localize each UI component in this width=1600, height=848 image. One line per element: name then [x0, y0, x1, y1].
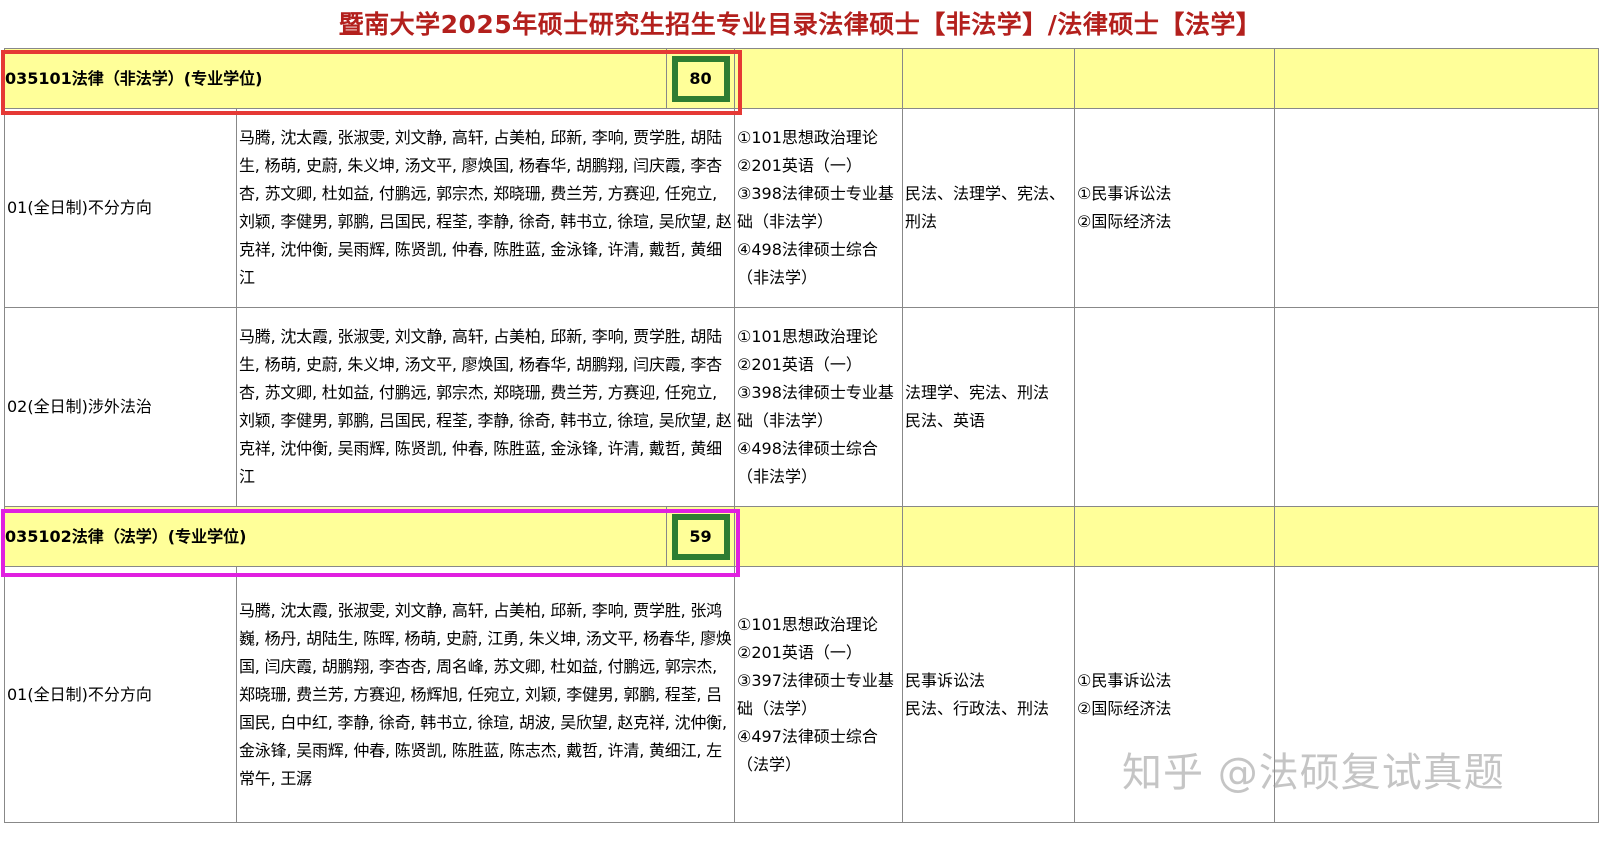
retest-item: ①民事诉讼法: [1077, 670, 1172, 690]
supervisor-list: 马腾, 沈太霞, 张淑雯, 刘文静, 高轩, 占美柏, 邱新, 李响, 贾学胜,…: [236, 307, 735, 507]
header-empty-cell: [902, 48, 1075, 109]
exam-subjects: ①101思想政治理论 ②201英语（一） ③398法律硕士专业基础（非法学） ④…: [734, 108, 903, 308]
header-empty-cell: [1074, 506, 1275, 567]
retest-item: ①民事诉讼法: [1077, 184, 1172, 203]
quota-cell: 80: [666, 48, 735, 109]
direction-row: 01(全日制)不分方向 马腾, 沈太霞, 张淑雯, 刘文静, 高轩, 占美柏, …: [4, 108, 1599, 308]
header-empty-cell: [734, 506, 903, 567]
exam-item: ④497法律硕士综合（法学）: [737, 726, 878, 774]
reference-subjects: 民事诉讼法 民法、行政法、刑法: [902, 566, 1075, 823]
quota-value: 59: [671, 513, 730, 560]
subject-item: 民事诉讼法: [905, 670, 986, 690]
supervisor-list: 马腾, 沈太霞, 张淑雯, 刘文静, 高轩, 占美柏, 邱新, 李响, 贾学胜,…: [236, 566, 735, 823]
supervisor-list: 马腾, 沈太霞, 张淑雯, 刘文静, 高轩, 占美柏, 邱新, 李响, 贾学胜,…: [236, 108, 735, 308]
watermark: 知乎 @法硕复试真题: [1122, 750, 1505, 796]
major-code-name: 035102法律（法学）(专业学位): [4, 506, 667, 567]
exam-item: ①101思想政治理论: [737, 128, 878, 147]
exam-subjects: ①101思想政治理论 ②201英语（一） ③397法律硕士专业基础（法学） ④4…: [734, 566, 903, 823]
direction-name: 01(全日制)不分方向: [4, 566, 237, 823]
direction-name: 02(全日制)涉外法治: [4, 307, 237, 507]
header-empty-cell: [902, 506, 1075, 567]
exam-item: ②201英语（一）: [737, 355, 862, 374]
header-empty-cell: [1274, 48, 1599, 109]
exam-item: ①101思想政治理论: [737, 327, 878, 346]
retest-subjects: ①民事诉讼法 ②国际经济法: [1074, 108, 1275, 308]
page-title: 暨南大学2025年硕士研究生招生专业目录法律硕士【非法学】/法律硕士【法学】: [338, 10, 1262, 39]
major-header-row: 035101法律（非法学）(专业学位) 80: [4, 48, 1599, 109]
exam-item: ③397法律硕士专业基础（法学）: [737, 670, 894, 718]
catalog-table: 035101法律（非法学）(专业学位) 80 01(全日制)不分方向 马腾, 沈…: [4, 48, 1599, 823]
header-empty-cell: [1074, 48, 1275, 109]
subject-item: 民法、英语: [905, 411, 986, 430]
subject-item: 法理学、宪法、刑法: [905, 383, 1050, 402]
exam-item: ③398法律硕士专业基础（非法学）: [737, 184, 894, 231]
retest-item: ②国际经济法: [1077, 698, 1172, 718]
subject-item: 民法、行政法、刑法: [905, 698, 1050, 718]
exam-item: ②201英语（一）: [737, 156, 862, 175]
quota-cell: 59: [666, 506, 735, 567]
exam-item: ④498法律硕士综合（非法学）: [737, 240, 878, 287]
direction-row: 02(全日制)涉外法治 马腾, 沈太霞, 张淑雯, 刘文静, 高轩, 占美柏, …: [4, 307, 1599, 507]
subject-item: 民法、法理学、宪法、刑法: [905, 184, 1066, 231]
exam-subjects: ①101思想政治理论 ②201英语（一） ③398法律硕士专业基础（非法学） ④…: [734, 307, 903, 507]
retest-item: ②国际经济法: [1077, 212, 1172, 231]
notes-cell: [1274, 307, 1599, 507]
retest-subjects: [1074, 307, 1275, 507]
exam-item: ②201英语（一）: [737, 642, 862, 662]
reference-subjects: 民法、法理学、宪法、刑法: [902, 108, 1075, 308]
exam-item: ①101思想政治理论: [737, 614, 878, 634]
notes-cell: [1274, 108, 1599, 308]
major-code-name: 035101法律（非法学）(专业学位): [4, 48, 667, 109]
quota-value: 80: [671, 55, 730, 102]
header-empty-cell: [1274, 506, 1599, 567]
exam-item: ③398法律硕士专业基础（非法学）: [737, 383, 894, 430]
major-header-row: 035102法律（法学）(专业学位) 59: [4, 506, 1599, 567]
exam-item: ④498法律硕士综合（非法学）: [737, 439, 878, 486]
header-empty-cell: [734, 48, 903, 109]
direction-name: 01(全日制)不分方向: [4, 108, 237, 308]
reference-subjects: 法理学、宪法、刑法 民法、英语: [902, 307, 1075, 507]
